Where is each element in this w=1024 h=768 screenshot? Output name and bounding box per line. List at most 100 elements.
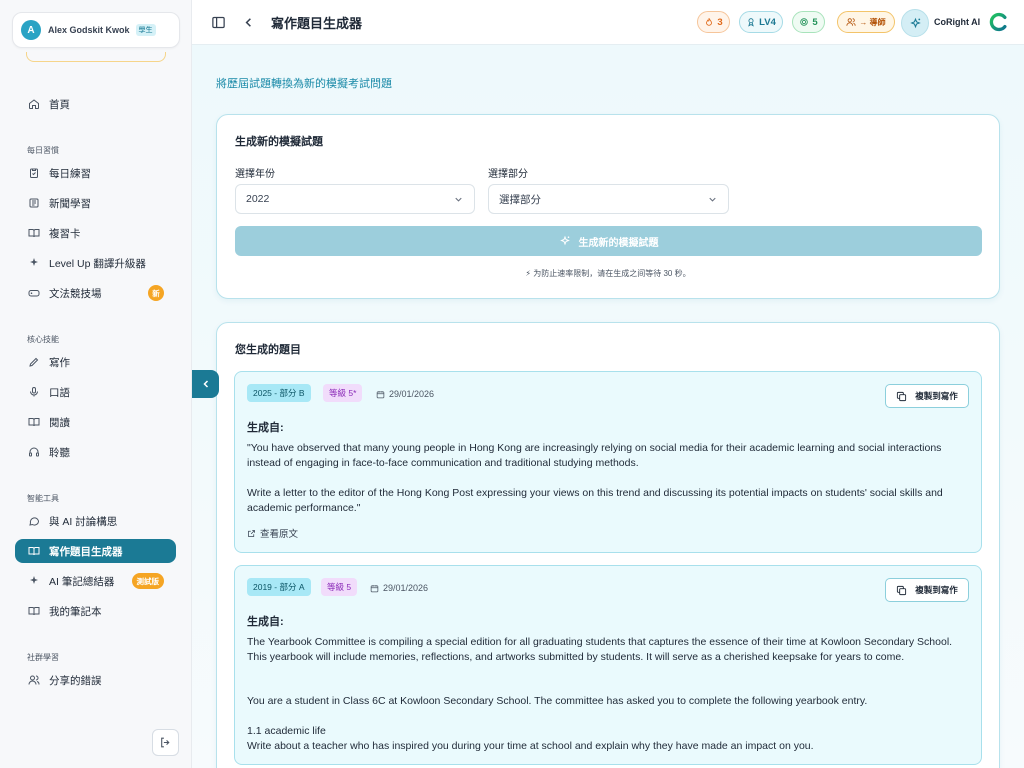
sidebar-item-label: 寫作題目生成器 — [49, 545, 123, 558]
sidebar-item-ai-notes[interactable]: AI 筆記總結器 測試版 — [15, 569, 176, 593]
question-card: 2019 - 部分 A 等級 5 29/01/2026 複製到寫作 生成自: T… — [234, 565, 982, 765]
copy-icon — [897, 585, 907, 595]
users-icon — [27, 674, 40, 687]
level-text: LV4 — [759, 16, 776, 28]
sidebar-item-daily-practice[interactable]: 每日練習 — [15, 161, 176, 185]
new-badge: 新 — [148, 285, 164, 301]
section-label-core: 核心技能 — [27, 335, 59, 344]
year-label: 選擇年份 — [235, 169, 275, 180]
sidebar-item-shared-mistakes[interactable]: 分享的錯誤 — [15, 668, 176, 692]
beta-badge: 測試版 — [131, 573, 164, 589]
newspaper-icon — [27, 197, 40, 210]
question-card: 2025 - 部分 B 等級 5* 29/01/2026 複製到寫作 生成自: … — [234, 371, 982, 553]
level-tag: 等級 5* — [323, 384, 363, 402]
sidebar-item-news-learning[interactable]: 新聞學習 — [15, 191, 176, 215]
sidebar-item-label: 文法競技場 — [49, 287, 102, 300]
sidebar-item-label: 新聞學習 — [49, 197, 91, 210]
book-open-icon — [27, 545, 40, 558]
sidebar-item-listening[interactable]: 聆聽 — [15, 440, 176, 464]
question-paragraph: The Yearbook Committee is compiling a sp… — [247, 636, 953, 663]
sidebar-item-flashcards[interactable]: 複習卡 — [15, 221, 176, 245]
user-profile-card[interactable]: A Alex Godskit Kwok 學生 — [12, 12, 180, 48]
date-text: 29/01/2026 — [383, 583, 429, 593]
home-icon — [27, 98, 40, 111]
logout-button[interactable] — [152, 729, 179, 756]
sidebar-item-writing[interactable]: 寫作 — [15, 350, 176, 374]
book-open-icon — [27, 605, 40, 618]
view-source-link[interactable]: 查看原文 — [247, 526, 298, 540]
sidebar-item-label: 寫作 — [49, 356, 70, 369]
copy-to-writing-button[interactable]: 複製到寫作 — [885, 578, 969, 602]
streak-badge[interactable]: 3 — [697, 11, 730, 33]
sidebar-item-home[interactable]: 首頁 — [15, 92, 176, 116]
question-paragraph: You are a student in Class 6C at Kowloon… — [247, 695, 868, 707]
sidebar-item-reading[interactable]: 閱讀 — [15, 410, 176, 434]
sidebar-item-label: 每日練習 — [49, 167, 91, 180]
generated-title: 您生成的題目 — [235, 344, 301, 356]
date-tag: 29/01/2026 — [370, 385, 440, 403]
sidebar-item-level-up[interactable]: Level Up 翻譯升級器 — [15, 251, 176, 275]
year-select[interactable]: 2022 — [235, 184, 475, 214]
chat-icon — [27, 515, 40, 528]
copy-icon — [897, 391, 907, 401]
sidebar-item-label: 首頁 — [49, 98, 70, 111]
coin-badge[interactable]: 5 — [792, 11, 825, 33]
sidebar-item-speaking[interactable]: 口語 — [15, 380, 176, 404]
view-source-label: 查看原文 — [260, 529, 299, 540]
part-select[interactable]: 選擇部分 — [488, 184, 729, 214]
sidebar-item-label: 與 AI 討論構思 — [49, 515, 118, 528]
avatar: A — [21, 20, 41, 40]
generate-button-label: 生成新的模擬試題 — [578, 237, 659, 249]
generated-questions-card: 您生成的題目 2025 - 部分 B 等級 5* 29/01/2026 複製到寫… — [216, 322, 1000, 768]
assistant-button[interactable] — [901, 9, 929, 37]
pen-icon — [27, 356, 40, 369]
generator-card: 生成新的模擬試題 選擇年份 2022 選擇部分 選擇部分 生成新的模擬試題 ⚡ … — [216, 114, 1000, 299]
sidebar-collapse-button[interactable] — [192, 370, 219, 398]
streak-count: 3 — [717, 16, 723, 28]
brand-logo-icon — [989, 12, 1007, 32]
main-content: 將歷屆試題轉換為新的模擬考試問題 生成新的模擬試題 選擇年份 2022 選擇部分… — [192, 45, 1024, 768]
part-label: 選擇部分 — [488, 169, 528, 180]
generated-from-label: 生成自: — [247, 422, 284, 434]
coin-count: 5 — [812, 16, 818, 28]
question-paragraph: 1.1 academic life — [247, 725, 326, 737]
sidebar-item-label: 聆聽 — [49, 446, 70, 459]
date-tag: 29/01/2026 — [364, 579, 434, 597]
back-chevron-icon[interactable] — [239, 13, 257, 31]
tutor-button[interactable]: → 導師 — [837, 11, 895, 33]
part-select-value: 選擇部分 — [499, 193, 541, 206]
chevron-down-icon — [709, 197, 716, 202]
sidebar: A Alex Godskit Kwok 學生 首頁 每日習慣 每日練習 新聞學習… — [0, 0, 192, 768]
sidebar-item-notebook[interactable]: 我的筆記本 — [15, 599, 176, 623]
sidebar-item-label: Level Up 翻譯升級器 — [49, 257, 146, 270]
sidebar-item-grammar-arena[interactable]: 文法競技場 新 — [15, 281, 176, 305]
users-icon — [846, 18, 856, 26]
level-tag: 等級 5 — [321, 578, 358, 596]
section-label-community: 社群學習 — [27, 653, 59, 662]
year-select-value: 2022 — [246, 193, 270, 205]
level-badge[interactable]: LV4 — [739, 11, 783, 33]
generated-from-label: 生成自: — [247, 616, 284, 628]
sparkles-icon — [27, 257, 40, 270]
gamepad-icon — [27, 287, 40, 300]
sidebar-toggle-icon[interactable] — [209, 13, 227, 31]
book-open-icon — [27, 416, 40, 429]
year-part-tag: 2019 - 部分 A — [247, 578, 311, 596]
top-header: 寫作題目生成器 3 LV4 5 → 導師 CoRight AI — [192, 0, 1024, 45]
copy-button-label: 複製到寫作 — [915, 391, 958, 401]
user-role-badge: 學生 — [135, 24, 156, 36]
question-paragraph: Write a letter to the editor of the Hong… — [247, 487, 943, 514]
user-name: Alex Godskit Kwok — [48, 25, 130, 35]
sidebar-item-prompt-generator[interactable]: 寫作題目生成器 — [15, 539, 176, 563]
sidebar-item-label: AI 筆記總結器 — [49, 575, 115, 588]
copy-to-writing-button[interactable]: 複製到寫作 — [885, 384, 969, 408]
generate-button[interactable]: 生成新的模擬試題 — [235, 226, 982, 256]
medal-icon — [748, 18, 754, 27]
page-subtitle: 將歷屆試題轉換為新的模擬考試問題 — [216, 78, 392, 90]
sidebar-item-label: 我的筆記本 — [49, 605, 102, 618]
sparkles-icon — [909, 17, 921, 28]
streak-banner-edge — [26, 52, 166, 62]
coin-icon — [800, 18, 809, 26]
sidebar-item-ai-brainstorm[interactable]: 與 AI 討論構思 — [15, 509, 176, 533]
question-paragraph: "You have observed that many young peopl… — [247, 442, 942, 469]
